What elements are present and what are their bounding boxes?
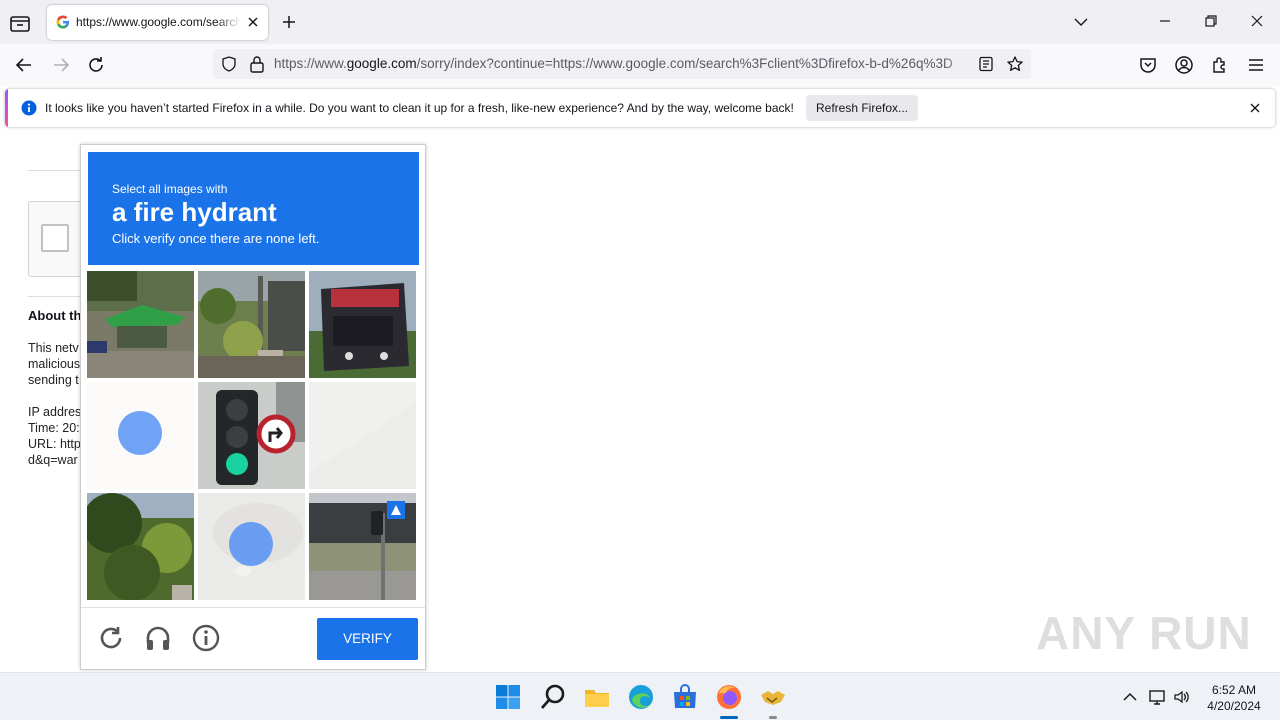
captcha-tile-3[interactable] [309, 271, 416, 378]
selected-check-icon [229, 522, 273, 566]
extensions-icon[interactable] [1210, 55, 1230, 75]
url-bar[interactable]: https://www.google.com/sorry/index?conti… [213, 49, 1031, 79]
clock-time: 6:52 AM [1211, 683, 1257, 697]
info-text-line: URL: http [28, 437, 81, 451]
captcha-tile-6[interactable] [309, 382, 416, 489]
divider [28, 296, 88, 297]
notification-accent [5, 89, 8, 127]
file-explorer-icon[interactable] [583, 683, 611, 711]
close-notification-icon[interactable] [1248, 101, 1262, 115]
windows-start-icon[interactable] [494, 683, 522, 711]
help-info-icon[interactable] [191, 623, 221, 653]
captcha-tile-9[interactable] [309, 493, 416, 600]
instruction-target: a fire hydrant [112, 197, 277, 227]
challenge-header: Select all images with a fire hydrant Cl… [88, 152, 419, 265]
recaptcha-anchor[interactable] [28, 201, 88, 277]
reload-icon[interactable] [86, 55, 106, 75]
forward-icon[interactable] [51, 55, 71, 75]
list-all-tabs-icon[interactable] [1073, 14, 1089, 30]
captcha-tile-5[interactable] [198, 382, 305, 489]
captcha-tile-8[interactable] [198, 493, 305, 600]
captcha-tile-7[interactable] [87, 493, 194, 600]
back-icon[interactable] [14, 55, 34, 75]
captcha-tile-4[interactable] [87, 382, 194, 489]
volume-icon[interactable] [1173, 688, 1191, 706]
tracking-protection-shield-icon[interactable] [221, 56, 237, 72]
active-app-indicator [720, 716, 738, 719]
pocket-icon[interactable] [1138, 55, 1158, 75]
url-prefix: https://www. [274, 56, 347, 71]
about-text-line: This netv [28, 341, 79, 355]
url-domain: google.com [346, 56, 417, 71]
traffic-light-image [198, 382, 305, 489]
truck-image [309, 271, 416, 378]
captcha-tile-2[interactable] [198, 271, 305, 378]
tab-strip: https://www.google.com/search?client=fir… [0, 0, 1280, 44]
recaptcha-challenge: Select all images with a fire hydrant Cl… [80, 144, 426, 670]
anyrun-handshake-icon[interactable] [759, 683, 787, 711]
refresh-firefox-notification: It looks like you haven’t started Firefo… [5, 89, 1275, 127]
restore-icon[interactable] [1202, 12, 1220, 30]
network-icon[interactable] [1148, 688, 1166, 706]
selected-check-icon [118, 411, 162, 455]
bookmark-star-icon[interactable] [1006, 55, 1024, 73]
divider [28, 170, 88, 171]
crosswalk-signal-image [309, 493, 416, 600]
anyrun-watermark: ANY RUN [1036, 607, 1252, 659]
close-tab-icon[interactable] [245, 14, 261, 30]
trees-image [87, 493, 194, 600]
tent-image [87, 271, 194, 378]
about-text-line: malicious [28, 357, 81, 371]
street-lamp-image [198, 271, 305, 378]
recaptcha-checkbox[interactable] [41, 224, 69, 252]
info-text-line: IP addres [28, 405, 82, 419]
refresh-firefox-button[interactable]: Refresh Firefox... [806, 95, 918, 121]
info-icon [21, 100, 37, 116]
show-hidden-icons-chevron-icon[interactable] [1121, 688, 1139, 706]
reload-challenge-icon[interactable] [96, 623, 126, 653]
about-heading: About th [28, 308, 82, 323]
close-window-icon[interactable] [1248, 12, 1266, 30]
menu-hamburger-icon[interactable] [1246, 55, 1266, 75]
microsoft-store-icon[interactable] [671, 683, 699, 711]
google-favicon-icon [56, 15, 69, 29]
captcha-tile-1[interactable] [87, 271, 194, 378]
verify-button[interactable]: VERIFY [317, 618, 418, 660]
firefox-view-icon[interactable] [8, 12, 32, 34]
browser-tab[interactable]: https://www.google.com/search?client=fir… [47, 5, 268, 40]
system-clock[interactable]: 6:52 AM 4/20/2024 [1196, 682, 1272, 714]
search-icon[interactable] [539, 683, 567, 711]
audio-challenge-headphones-icon[interactable] [143, 623, 173, 653]
instruction-hint: Click verify once there are none left. [112, 231, 320, 246]
reader-view-icon[interactable] [978, 56, 994, 72]
url-text[interactable]: https://www.google.com/sorry/index?conti… [274, 56, 972, 71]
running-app-indicator [769, 716, 777, 719]
info-text-line: d&q=war [28, 453, 78, 467]
minimize-icon[interactable] [1156, 12, 1174, 30]
info-text-line: Time: 20: [28, 421, 80, 435]
instruction-small: Select all images with [112, 182, 228, 196]
lock-icon[interactable] [249, 55, 265, 73]
tab-title: https://www.google.com/search?client=fir… [76, 15, 241, 29]
blank-tile-image [309, 382, 416, 489]
firefox-icon[interactable] [715, 683, 743, 711]
account-icon[interactable] [1174, 55, 1194, 75]
windows-taskbar: 6:52 AM 4/20/2024 [0, 672, 1280, 720]
footer-divider [81, 607, 425, 608]
about-text-line: sending t [28, 373, 79, 387]
navigation-toolbar: https://www.google.com/sorry/index?conti… [0, 44, 1280, 86]
new-tab-icon[interactable] [280, 13, 298, 31]
notification-message: It looks like you haven’t started Firefo… [45, 101, 794, 115]
clock-date: 4/20/2024 [1207, 699, 1261, 713]
edge-browser-icon[interactable] [627, 683, 655, 711]
url-path: /sorry/index?continue=https://www.google… [416, 56, 953, 71]
